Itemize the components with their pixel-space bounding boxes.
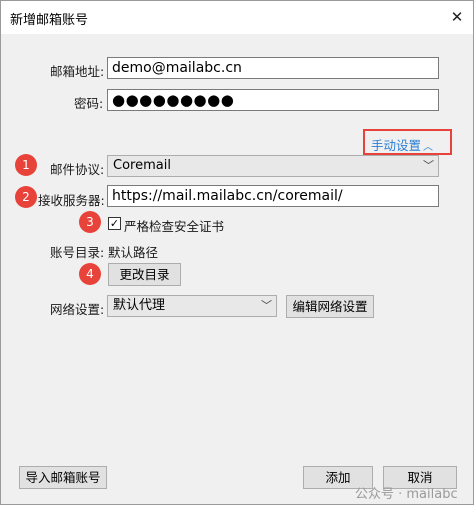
network-label: 网络设置:	[50, 302, 105, 317]
email-label: 邮箱地址:	[50, 64, 105, 79]
network-value: 默认代理	[113, 298, 166, 313]
chevron-down-icon: ﹀	[261, 299, 272, 312]
strict-check-checkbox[interactable]: ✓	[108, 217, 121, 230]
account-dir-value: 默认路径	[108, 245, 159, 260]
change-directory-button[interactable]: 更改目录	[108, 263, 181, 286]
server-field[interactable]: https://mail.mailabc.cn/coremail/	[107, 185, 439, 207]
dialog-title: 新增邮箱账号	[10, 13, 89, 28]
import-accounts-button[interactable]: 导入邮箱账号	[19, 466, 107, 489]
title-bar: 新增邮箱账号 ✕	[1, 1, 473, 34]
add-email-account-dialog: 新增邮箱账号 ✕ 邮箱地址: demo@mailabc.cn 密码: ●●●●●…	[0, 0, 474, 505]
annotation-badge-4: 4	[79, 263, 101, 285]
chevron-down-icon: ﹀	[423, 159, 434, 172]
protocol-value: Coremail	[113, 158, 171, 173]
account-dir-label: 账号目录:	[50, 245, 105, 260]
annotation-badge-3: 3	[79, 211, 101, 233]
manual-settings-label: 手动设置	[371, 138, 422, 153]
password-label: 密码:	[74, 96, 104, 111]
protocol-select[interactable]: Coremail ﹀	[107, 155, 439, 177]
annotation-badge-1: 1	[15, 154, 37, 176]
close-icon[interactable]: ✕	[445, 6, 469, 28]
chevron-up-icon: ︿	[423, 142, 434, 153]
server-label: 接收服务器:	[38, 193, 105, 208]
watermark: 公众号 · mailabc	[355, 487, 458, 502]
manual-settings-toggle[interactable]: 手动设置 ︿	[371, 135, 433, 154]
edit-network-settings-button[interactable]: 编辑网络设置	[286, 295, 374, 318]
email-field[interactable]: demo@mailabc.cn	[107, 57, 439, 79]
annotation-badge-2: 2	[15, 186, 37, 208]
protocol-label: 邮件协议:	[50, 162, 105, 177]
strict-check-label: 严格检查安全证书	[124, 219, 225, 234]
network-select[interactable]: 默认代理 ﹀	[107, 295, 277, 317]
password-field[interactable]: ●●●●●●●●●	[107, 89, 439, 111]
